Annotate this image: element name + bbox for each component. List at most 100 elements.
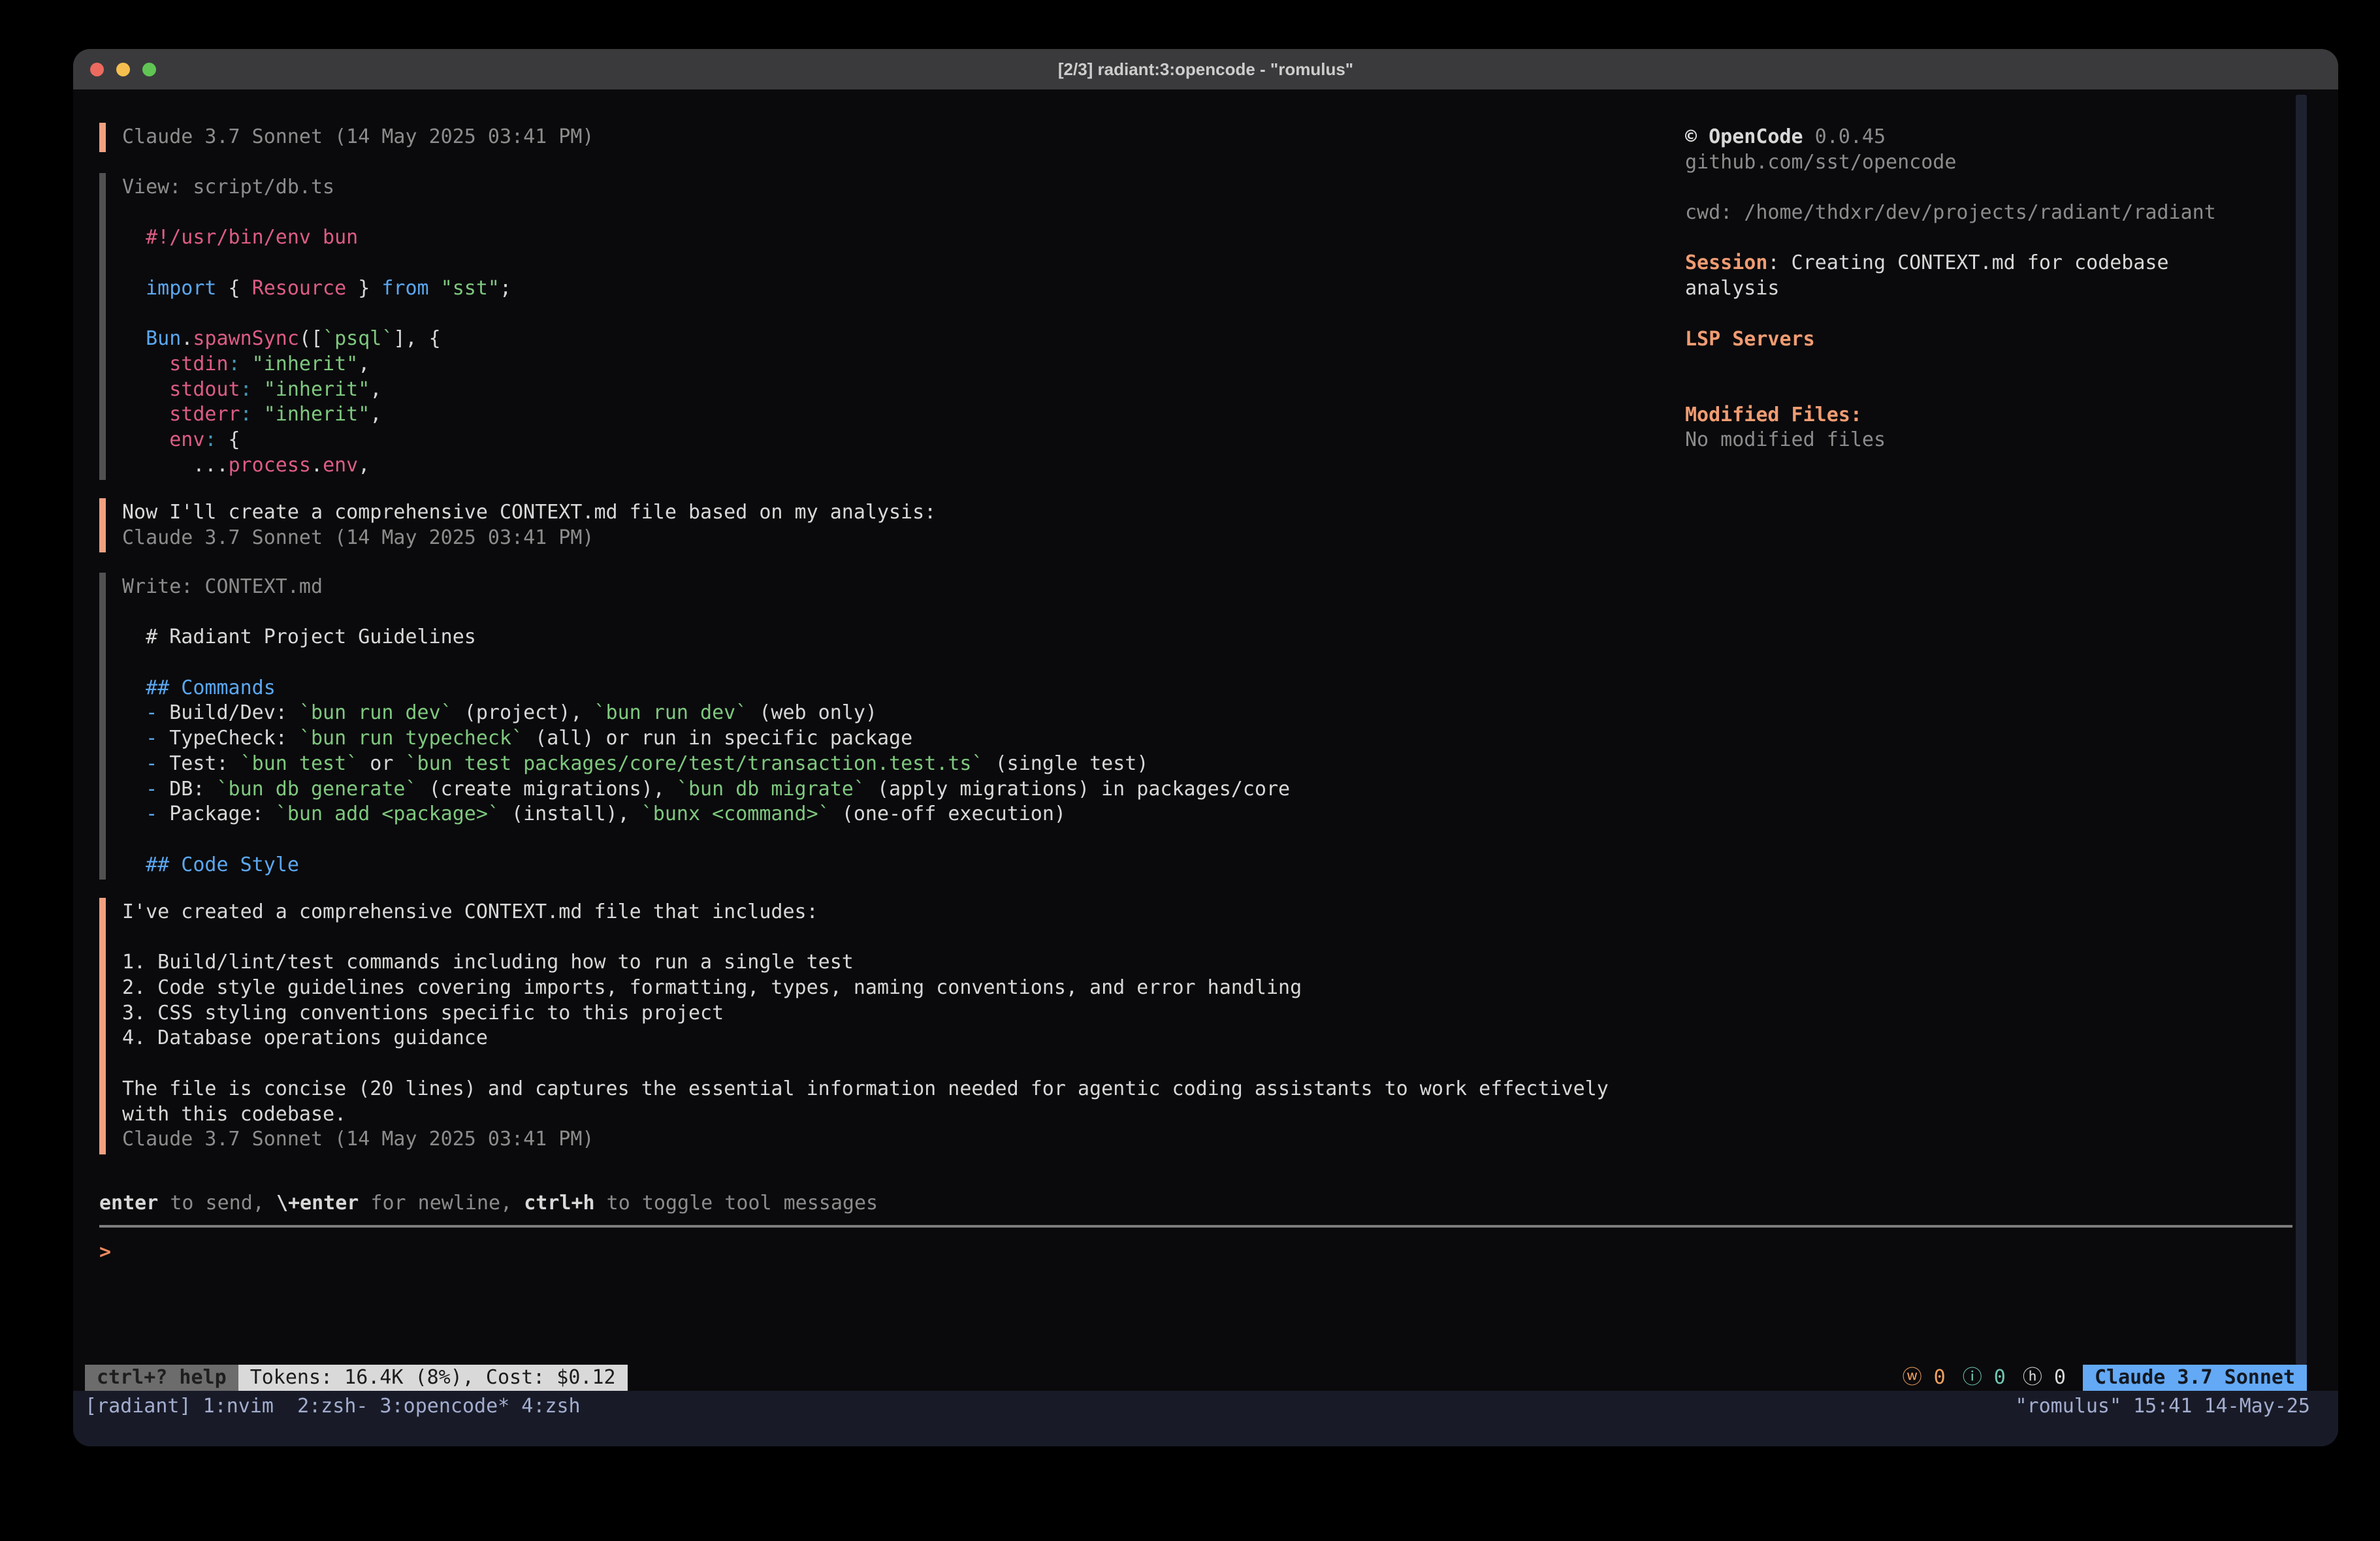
terminal-line: 3. CSS styling conventions specific to t… — [122, 1001, 1609, 1026]
terminal-line: stdin: "inherit", — [122, 352, 511, 377]
terminal-line: ## Code Style — [122, 853, 1290, 878]
text-segment: Build/Dev: — [157, 701, 299, 724]
tokens-cost-badge: Tokens: 16.4K (8%), Cost: $0.12 — [238, 1365, 628, 1391]
text-segment: for newline, — [359, 1192, 524, 1215]
terminal-line: > — [99, 1240, 111, 1265]
text-segment: `bun run dev` — [594, 701, 748, 724]
message-block: Claude 3.7 Sonnet (14 May 2025 03:41 PM) — [99, 125, 594, 150]
terminal-line — [1685, 175, 2216, 200]
text-segment: ... — [122, 454, 229, 477]
text-segment: , — [370, 403, 381, 426]
text-segment: (install), — [500, 802, 641, 825]
terminal-line: 1. Build/lint/test commands including ho… — [122, 950, 1609, 976]
text-segment: Session — [1685, 251, 1767, 274]
terminal-line: env: { — [122, 428, 511, 453]
terminal-line — [1685, 352, 2216, 377]
text-segment: { — [217, 277, 252, 300]
text-segment: Now I'll create a comprehensive CONTEXT.… — [122, 501, 936, 524]
status-bar: ctrl+? help Tokens: 16.4K (8%), Cost: $0… — [73, 1365, 2338, 1391]
terminal-line: import { Resource } from "sst"; — [122, 276, 511, 302]
text-segment: or — [358, 752, 405, 775]
terminal-line — [1685, 302, 2216, 327]
terminal-line: Modified Files: — [1685, 403, 2216, 428]
terminal-line: - Package: `bun add <package>` (install)… — [122, 802, 1290, 827]
text-segment: - — [122, 727, 157, 750]
text-segment: . — [311, 454, 323, 477]
text-segment: to toggle tool messages — [595, 1192, 878, 1215]
text-segment: - — [122, 701, 157, 724]
text-segment: (web only) — [747, 701, 877, 724]
terminal-line: LSP Servers — [1685, 327, 2216, 353]
text-segment: import — [122, 277, 217, 300]
terminal-line: stderr: "inherit", — [122, 402, 511, 428]
text-segment: DB: — [157, 778, 216, 801]
text-segment: ## Commands — [122, 676, 276, 699]
terminal-line: Bun.spawnSync([`psql`], { — [122, 326, 511, 352]
tmux-session-windows[interactable]: [radiant] 1:nvim 2:zsh- 3:opencode* 4:zs… — [85, 1392, 581, 1421]
text-segment: Resource — [252, 277, 347, 300]
terminal-line — [122, 251, 511, 276]
terminal-line: Now I'll create a comprehensive CONTEXT.… — [122, 500, 936, 526]
text-segment: `bun test packages/core/test/transaction… — [406, 752, 984, 775]
model-badge[interactable]: Claude 3.7 Sonnet — [2083, 1365, 2307, 1391]
tool-block: View: script/db.ts #!/usr/bin/env bun im… — [99, 175, 511, 478]
text-segment: Claude 3.7 Sonnet (14 May 2025 03:41 PM) — [122, 526, 594, 549]
message-body: Now I'll create a comprehensive CONTEXT.… — [122, 500, 936, 550]
text-segment: 3. CSS styling conventions specific to t… — [122, 1002, 724, 1025]
text-segment: "sst" — [441, 277, 500, 300]
terminal-line — [122, 925, 1609, 951]
terminal-line: ## Commands — [122, 676, 1290, 701]
text-segment: Write: CONTEXT.md — [122, 575, 323, 598]
window-title: [2/3] radiant:3:opencode - "romulus" — [73, 49, 2338, 89]
tmux-status-bar: [radiant] 1:nvim 2:zsh- 3:opencode* 4:zs… — [73, 1391, 2338, 1446]
text-segment: (project), — [453, 701, 594, 724]
text-segment: I've created a comprehensive CONTEXT.md … — [122, 900, 818, 923]
text-segment: (one-off execution) — [830, 802, 1066, 825]
text-segment: ], { — [393, 327, 440, 350]
input-divider — [99, 1225, 2292, 1228]
help-shortcut-badge: ctrl+? help — [85, 1365, 238, 1391]
text-segment: Claude 3.7 Sonnet (14 May 2025 03:41 PM) — [122, 1128, 594, 1151]
text-segment: stderr — [122, 403, 240, 426]
text-segment: `psql` — [323, 327, 393, 350]
terminal-line: #!/usr/bin/env bun — [122, 225, 511, 251]
text-segment: 2. Code style guidelines covering import… — [122, 976, 1302, 999]
text-segment: `bun db generate` — [217, 778, 417, 801]
text-segment: `bunx <command>` — [641, 802, 830, 825]
message-block: Now I'll create a comprehensive CONTEXT.… — [99, 500, 936, 550]
scrollbar-track[interactable] — [2296, 95, 2307, 1365]
terminal-line: - TypeCheck: `bun run typecheck` (all) o… — [122, 726, 1290, 752]
terminal-line: # Radiant Project Guidelines — [122, 625, 1290, 650]
text-segment: - — [122, 802, 157, 825]
terminal-line: © OpenCode 0.0.45 — [1685, 125, 2216, 150]
terminal-line: 4. Database operations guidance — [122, 1026, 1609, 1051]
text-segment: } — [346, 277, 381, 300]
message-body: Claude 3.7 Sonnet (14 May 2025 03:41 PM) — [122, 125, 594, 150]
terminal-window: [2/3] radiant:3:opencode - "romulus" Cla… — [73, 49, 2338, 1446]
terminal-line: Claude 3.7 Sonnet (14 May 2025 03:41 PM) — [122, 125, 594, 150]
text-segment: `bun db migrate` — [677, 778, 865, 801]
text-segment: spawnSync — [193, 327, 299, 350]
window-titlebar[interactable]: [2/3] radiant:3:opencode - "romulus" — [73, 49, 2338, 89]
text-segment: - — [122, 752, 157, 775]
text-segment: from — [381, 277, 428, 300]
text-segment: No modified files — [1685, 428, 1886, 451]
terminal-line — [122, 301, 511, 326]
text-segment: "inherit" — [252, 403, 370, 426]
text-segment: : Creating CONTEXT.md for codebase — [1767, 251, 2168, 274]
terminal-line: - Build/Dev: `bun run dev` (project), `b… — [122, 701, 1290, 726]
terminal-line: 2. Code style guidelines covering import… — [122, 976, 1609, 1001]
text-segment: The file is concise (20 lines) and captu… — [122, 1077, 1609, 1100]
message-block: I've created a comprehensive CONTEXT.md … — [99, 900, 1609, 1152]
text-segment: analysis — [1685, 277, 1780, 300]
terminal-line — [1685, 377, 2216, 403]
prompt-input[interactable]: > — [99, 1240, 111, 1265]
text-segment: (apply migrations) in packages/core — [865, 778, 1290, 801]
text-segment: "inherit" — [252, 378, 370, 401]
tool-body: View: script/db.ts #!/usr/bin/env bun im… — [122, 175, 511, 478]
text-segment: Modified Files: — [1685, 404, 1862, 426]
terminal-line: github.com/sst/opencode — [1685, 150, 2216, 176]
status-bar-right: ⓦ 0ⓘ 0ⓗ 0 Claude 3.7 Sonnet — [1903, 1365, 2307, 1391]
text-segment: # Radiant Project Guidelines — [122, 626, 476, 648]
text-segment: 0.0.45 — [1803, 125, 1886, 148]
